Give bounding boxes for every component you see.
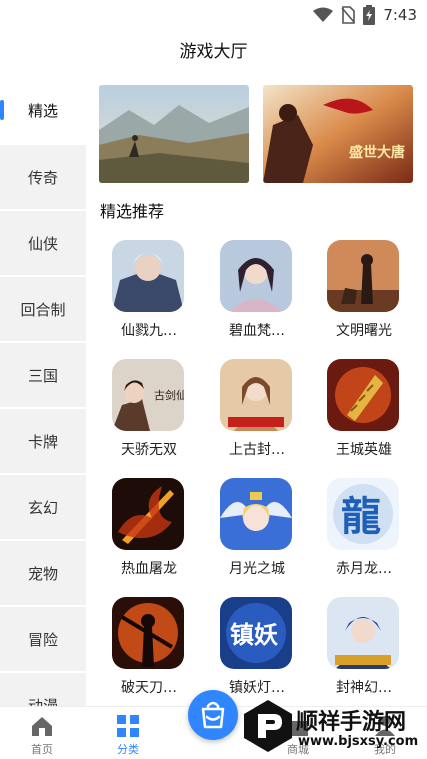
game-name: 破天刀… — [121, 680, 177, 696]
game-card[interactable]: 封神幻… — [314, 597, 414, 707]
banner-shengshi-datang[interactable]: 盛世大唐 — [263, 85, 413, 183]
sidebar-item-label: 冒险 — [27, 630, 58, 649]
watermark-url: www.bjsxsy.com — [298, 734, 419, 749]
grid-icon — [117, 715, 139, 737]
game-card[interactable]: 文明曙光 — [314, 240, 414, 350]
nav-label: 首页 — [31, 743, 53, 756]
sidebar-item-label: 回合制 — [20, 300, 66, 319]
zhenyao-logo-icon: 镇妖 — [220, 597, 292, 669]
sidebar-item-label: 仙侠 — [27, 234, 58, 253]
warrior-portrait-icon — [112, 240, 184, 312]
sidebar-item-adventure[interactable]: 冒险 — [0, 607, 86, 671]
game-card[interactable]: 碧血梵… — [207, 240, 307, 350]
game-name: 热血屠龙 — [121, 561, 177, 577]
shopping-bag-icon — [201, 701, 225, 729]
goddess-icon — [220, 359, 292, 431]
site-watermark: 顺祥手游网 www.bjsxsy.com — [240, 694, 427, 759]
fire-sword-icon — [112, 478, 184, 550]
category-sidebar: 精选 传奇 仙侠 回合制 三国 卡牌 玄幻 宠物 冒险 动漫 — [0, 78, 86, 706]
sidebar-item-turn-based[interactable]: 回合制 — [0, 277, 86, 341]
status-icons: 7:43 — [313, 5, 417, 25]
fairy-portrait-icon — [220, 240, 292, 312]
game-card[interactable]: 上古封… — [207, 359, 307, 469]
header: 游戏大厅 — [0, 34, 427, 70]
icon-text: 古剑仙途 — [154, 388, 184, 402]
watermark-logo-icon — [244, 700, 292, 752]
sidebar-item-pet[interactable]: 宠物 — [0, 541, 86, 605]
sidebar-item-three-kingdoms[interactable]: 三国 — [0, 343, 86, 407]
game-name: 月光之城 — [229, 561, 285, 577]
game-name: 文明曙光 — [336, 323, 392, 339]
game-card[interactable]: 仙戮九… — [99, 240, 199, 350]
blue-hair-hero-icon — [327, 597, 399, 669]
sidebar-item-label: 精选 — [27, 101, 58, 120]
icon-text: 龍 — [341, 493, 381, 540]
game-card[interactable]: 龍 赤月龙… — [314, 478, 414, 588]
sidebar-item-label: 卡牌 — [27, 432, 58, 451]
game-card[interactable]: 古剑仙途 天骄无双 — [99, 359, 199, 469]
watermark-name: 顺祥手游网 — [296, 710, 407, 735]
nav-label: 分类 — [117, 743, 139, 756]
game-card[interactable]: 王城英雄 — [314, 359, 414, 469]
dark-warrior-icon — [112, 597, 184, 669]
dragon-logo-icon: 龍 — [327, 478, 399, 550]
sidebar-item-label: 三国 — [27, 366, 58, 385]
game-name: 上古封… — [229, 442, 285, 458]
game-name: 王城英雄 — [336, 442, 392, 458]
game-name: 天骄无双 — [121, 442, 177, 458]
sidebar-item-fantasy[interactable]: 玄幻 — [0, 475, 86, 539]
nav-category[interactable]: 分类 — [88, 707, 168, 759]
sidebar-item-label: 动漫 — [27, 696, 58, 707]
status-bar: 7:43 — [0, 0, 427, 30]
angel-girl-icon — [220, 478, 292, 550]
nav-home[interactable]: 首页 — [2, 707, 82, 759]
sidebar-item-legend[interactable]: 传奇 — [0, 145, 86, 209]
game-card[interactable]: 月光之城 — [207, 478, 307, 588]
shop-fab-button[interactable] — [188, 690, 238, 740]
sidebar-item-label: 传奇 — [27, 168, 58, 187]
hunter-with-dog-icon — [327, 240, 399, 312]
game-name: 仙戮九… — [121, 323, 177, 339]
battery-charging-icon — [363, 5, 376, 25]
sidebar-item-featured[interactable]: 精选 — [0, 78, 86, 142]
sidebar-item-xianxia[interactable]: 仙侠 — [0, 211, 86, 275]
sidebar-item-card[interactable]: 卡牌 — [0, 409, 86, 473]
home-icon — [32, 717, 52, 736]
banner-landscape[interactable] — [99, 85, 249, 183]
game-card[interactable]: 破天刀… — [99, 597, 199, 707]
banner-shengshi-image: 盛世大唐 — [263, 85, 413, 183]
golden-drill-icon — [327, 359, 399, 431]
sidebar-item-label: 宠物 — [27, 564, 58, 583]
section-title: 精选推荐 — [100, 202, 165, 221]
sidebar-item-label: 玄幻 — [27, 498, 58, 517]
banner-landscape-image — [99, 85, 249, 183]
status-time: 7:43 — [383, 6, 417, 24]
icon-text: 镇妖 — [230, 620, 278, 649]
swordsman-icon: 古剑仙途 — [112, 359, 184, 431]
banner-title: 盛世大唐 — [349, 144, 405, 161]
sidebar-item-anime[interactable]: 动漫 — [0, 673, 86, 706]
game-name: 碧血梵… — [229, 323, 285, 339]
game-card[interactable]: 热血屠龙 — [99, 478, 199, 588]
no-sim-icon — [341, 6, 356, 24]
wifi-icon — [313, 7, 334, 22]
game-name: 赤月龙… — [336, 561, 392, 577]
page-title: 游戏大厅 — [179, 42, 248, 62]
